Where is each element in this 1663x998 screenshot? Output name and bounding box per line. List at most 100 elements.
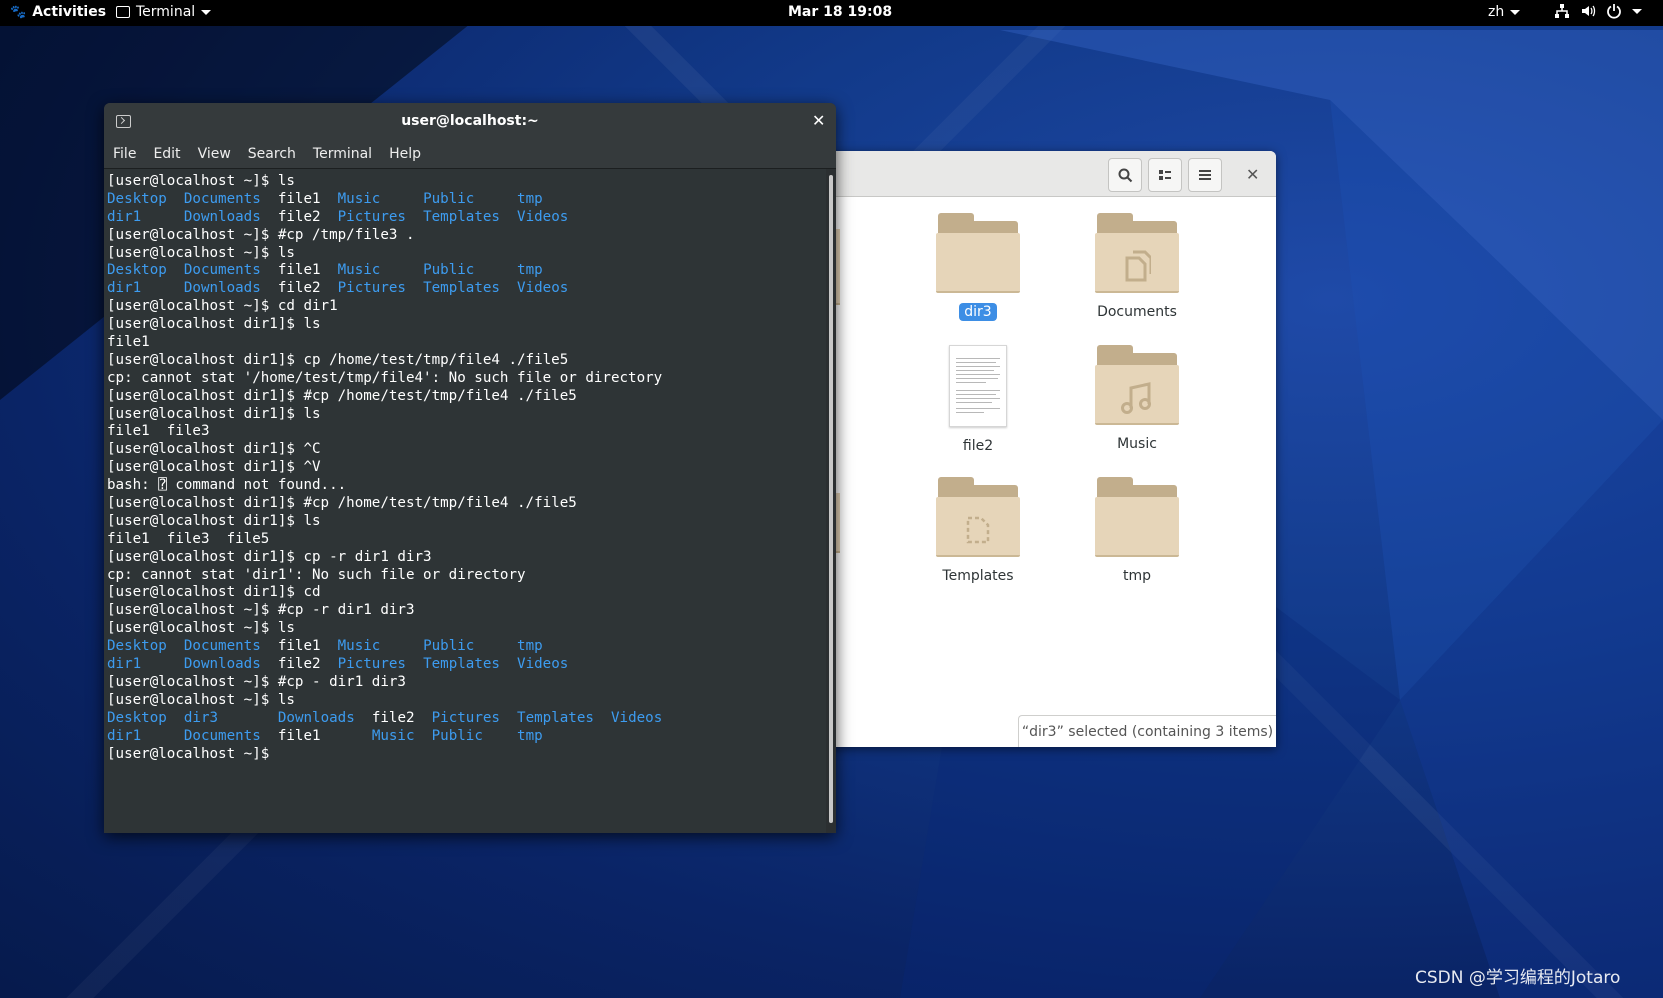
folder-icon <box>936 213 1020 293</box>
templates-icon <box>936 503 1020 557</box>
terminal-line: [user@localhost ~]$ #cp - dir1 dir3 <box>107 674 826 692</box>
terminal-text: [user@localhost ~]$ ls <box>107 173 295 189</box>
terminal-line: [user@localhost dir1]$ cd <box>107 584 826 602</box>
directory-entry: dir1 <box>107 208 142 225</box>
terminal-line: [user@localhost dir1]$ #cp /home/test/tm… <box>107 388 826 406</box>
folder-icon <box>1095 345 1179 425</box>
file-item-tmp[interactable]: tmp <box>1077 477 1197 585</box>
file-label: dir3 <box>959 303 997 321</box>
terminal-text: [user@localhost ~]$ ls <box>107 620 295 637</box>
terminal-line: [user@localhost ~]$ #cp -r dir1 dir3 <box>107 602 826 620</box>
terminal-text: [user@localhost ~]$ #cp /tmp/file3 . <box>107 226 415 243</box>
terminal-text: command not found... <box>166 477 347 494</box>
directory-entry: Public <box>423 638 475 655</box>
terminal-text: file2 <box>260 280 338 297</box>
terminal-titlebar[interactable]: user@localhost:~ ✕ <box>104 103 836 139</box>
menu-terminal[interactable]: Terminal <box>313 146 372 162</box>
directory-entry: dir1 <box>107 280 142 297</box>
terminal-line: [user@localhost ~]$ ls <box>107 620 826 638</box>
terminal-line: Desktop Documents file1 Music Public tmp <box>107 262 826 280</box>
file-item-documents[interactable]: Documents <box>1077 213 1197 321</box>
directory-entry: Downloads <box>277 709 355 726</box>
file-item-dir3[interactable]: dir3 <box>918 213 1038 321</box>
directory-entry: Documents <box>183 638 261 655</box>
terminal-text: file2 <box>260 208 338 225</box>
terminal-line: file1 file3 <box>107 423 826 441</box>
terminal-line: [user@localhost ~]$ #cp /tmp/file3 . <box>107 227 826 245</box>
terminal-line: [user@localhost dir1]$ ls <box>107 406 826 424</box>
menu-file[interactable]: File <box>113 146 136 162</box>
terminal-text: [user@localhost dir1]$ cd <box>107 584 321 601</box>
file-label: file2 <box>962 438 994 454</box>
clock[interactable]: Mar 18 19:08 <box>788 4 892 20</box>
menu-view[interactable]: View <box>198 146 231 162</box>
terminal-text: [user@localhost ~]$ #cp - dir1 dir3 <box>107 673 406 690</box>
file-item-file2[interactable]: file2 <box>918 345 1038 455</box>
menu-button[interactable] <box>1188 158 1222 192</box>
activities-button[interactable]: 🐾 Activities <box>10 4 106 20</box>
terminal-line: [user@localhost dir1]$ ^C <box>107 441 826 459</box>
terminal-text: [user@localhost ~]$ ls <box>107 244 295 261</box>
directory-entry: dir1 <box>107 727 142 744</box>
music-icon <box>1095 371 1179 425</box>
terminal-line: dir1 Downloads file2 Pictures Templates … <box>107 209 826 227</box>
terminal-line: file1 file3 file5 <box>107 531 826 549</box>
system-status-menu[interactable] <box>1554 3 1642 19</box>
terminal-text: [user@localhost ~]$ <box>107 745 278 762</box>
terminal-scrollbar[interactable] <box>826 169 836 833</box>
directory-entry: dir3 <box>183 709 219 726</box>
file-item-music[interactable]: Music <box>1077 345 1197 453</box>
list-view-icon <box>1159 170 1171 180</box>
directory-entry: Public <box>431 727 483 744</box>
terminal-menubar: File Edit View Search Terminal Help <box>104 139 836 169</box>
terminal-line: dir1 Documents file1 Music Public tmp <box>107 728 826 746</box>
terminal-output[interactable]: [user@localhost ~]$ ls Desktop Documents … <box>104 169 826 833</box>
search-button[interactable] <box>1108 158 1142 192</box>
file-item-templates[interactable]: Templates <box>918 477 1038 585</box>
text-document-icon <box>949 345 1007 427</box>
directory-entry: Pictures <box>337 280 406 297</box>
hamburger-icon <box>1199 170 1211 180</box>
directory-entry: Documents <box>183 727 261 744</box>
terminal-text: file1 <box>107 334 150 351</box>
terminal-text: [user@localhost dir1]$ #cp /home/test/tm… <box>107 495 577 512</box>
directory-entry: Templates <box>423 656 500 673</box>
input-language-indicator[interactable]: zh <box>1488 4 1521 20</box>
close-icon[interactable]: ✕ <box>812 111 825 130</box>
directory-entry: dir1 <box>107 656 142 673</box>
terminal-line: dir1 Downloads file2 Pictures Templates … <box>107 656 826 674</box>
terminal-line: file1 <box>107 334 826 352</box>
terminal-text: file1 <box>260 190 338 207</box>
directory-entry: Documents <box>183 190 261 207</box>
directory-entry: tmp <box>517 638 543 655</box>
directory-entry: Videos <box>611 709 663 726</box>
search-icon <box>1118 168 1132 182</box>
scrollbar-thumb[interactable] <box>829 175 833 823</box>
terminal-text: [user@localhost dir1]$ cp -r dir1 dir3 <box>107 548 432 565</box>
menu-help[interactable]: Help <box>389 146 421 162</box>
files-window: ✕ dir3 Documents file2 Music Templates t… <box>820 151 1276 747</box>
terminal-line: [user@localhost dir1]$ ls <box>107 316 826 334</box>
menu-search[interactable]: Search <box>248 146 296 162</box>
terminal-text: file1 <box>260 638 338 655</box>
terminal-line: Desktop dir3 Downloads file2 Pictures Te… <box>107 710 826 728</box>
directory-entry: Pictures <box>337 656 406 673</box>
menu-edit[interactable]: Edit <box>153 146 180 162</box>
close-icon[interactable]: ✕ <box>1246 165 1259 184</box>
app-menu[interactable]: Terminal <box>116 4 212 20</box>
view-toggle-button[interactable] <box>1148 158 1182 192</box>
folder-icon <box>936 477 1020 557</box>
terminal-line: [user@localhost ~]$ <box>107 746 826 764</box>
network-icon <box>1555 4 1569 18</box>
terminal-text: ⍰ <box>158 477 167 494</box>
chevron-down-icon <box>201 9 212 15</box>
chevron-down-icon <box>1510 9 1521 15</box>
terminal-text: [user@localhost ~]$ #cp -r dir1 dir3 <box>107 602 415 619</box>
